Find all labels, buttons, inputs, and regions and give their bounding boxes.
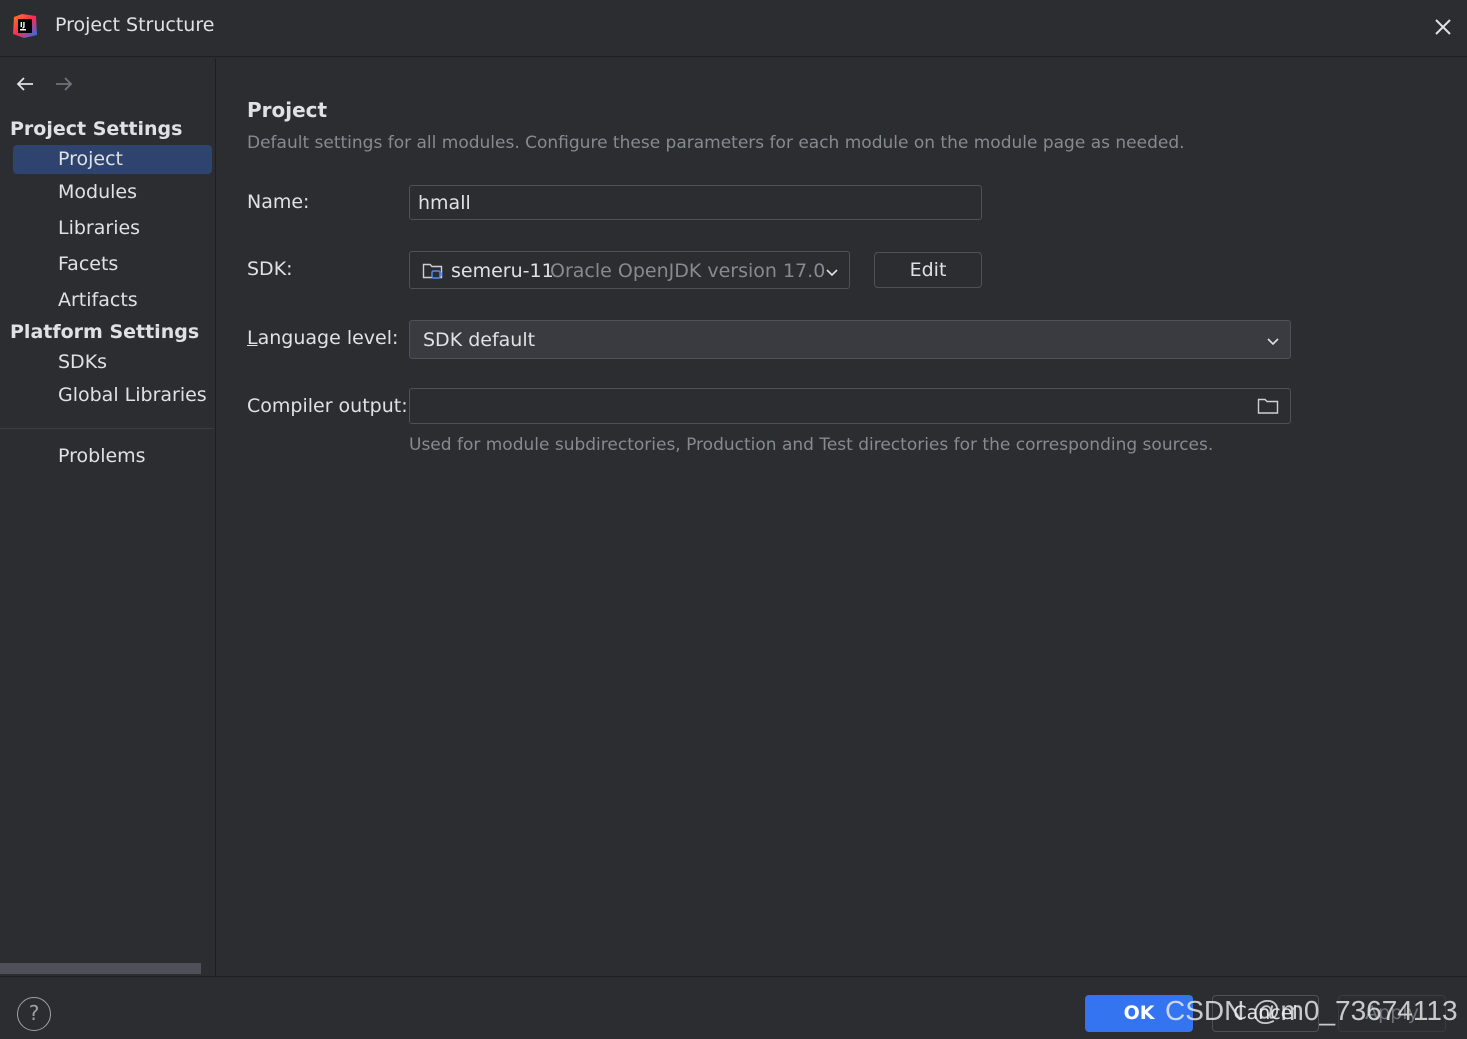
- sidebar-item-sdks[interactable]: SDKs: [13, 348, 212, 377]
- sidebar-item-project[interactable]: Project: [13, 145, 212, 174]
- compiler-output-label: Compiler output:: [247, 395, 408, 417]
- sidebar-item-modules[interactable]: Modules: [13, 178, 212, 207]
- sidebar-item-label: Facets: [58, 253, 119, 275]
- sidebar-scrollbar[interactable]: [0, 963, 201, 974]
- sdk-dropdown[interactable]: semeru-11 Oracle OpenJDK version 17.0: [409, 251, 850, 289]
- sidebar-item-label: SDKs: [58, 351, 108, 373]
- window-title: Project Structure: [55, 14, 215, 36]
- chevron-down-icon: [1267, 338, 1279, 346]
- language-level-label: Language level:: [247, 327, 398, 349]
- sidebar-item-label: Problems: [58, 445, 146, 467]
- sdk-name: semeru-11: [451, 260, 554, 282]
- svg-text:IJ: IJ: [20, 21, 25, 29]
- page-description: Default settings for all modules. Config…: [247, 133, 1185, 153]
- close-icon[interactable]: [1430, 14, 1456, 40]
- section-header-platform-settings: Platform Settings: [10, 321, 200, 343]
- language-level-label-text: anguage level:: [257, 327, 399, 349]
- intellij-idea-icon: IJ: [13, 14, 37, 38]
- sidebar-item-label: Modules: [58, 181, 137, 203]
- help-button[interactable]: ?: [17, 997, 51, 1031]
- sidebar-item-libraries[interactable]: Libraries: [13, 214, 212, 243]
- main-panel: Project Default settings for all modules…: [217, 58, 1467, 976]
- sidebar-item-global-libraries[interactable]: Global Libraries: [13, 381, 212, 410]
- language-level-value: SDK default: [423, 329, 536, 351]
- project-structure-dialog: IJ Project Structure Project Settings Pr…: [0, 0, 1467, 1039]
- sidebar-item-facets[interactable]: Facets: [13, 250, 212, 279]
- ok-button[interactable]: OK: [1085, 995, 1193, 1032]
- language-level-dropdown[interactable]: SDK default: [409, 320, 1291, 359]
- arrow-right-icon[interactable]: [52, 72, 76, 96]
- sidebar-item-problems[interactable]: Problems: [13, 442, 212, 471]
- title-bar: IJ Project Structure: [0, 0, 1467, 57]
- sidebar-item-label: Project: [58, 148, 124, 170]
- sidebar-item-label: Artifacts: [58, 289, 138, 311]
- cancel-button[interactable]: Cancel: [1212, 995, 1319, 1032]
- sdk-folder-icon: [422, 263, 443, 279]
- name-input[interactable]: [409, 185, 982, 220]
- sdk-label: SDK:: [247, 258, 293, 280]
- compiler-output-hint: Used for module subdirectories, Producti…: [409, 435, 1214, 455]
- sdk-version: Oracle OpenJDK version 17.0: [550, 260, 826, 282]
- sidebar-item-artifacts[interactable]: Artifacts: [13, 286, 212, 315]
- dialog-footer: ? OK Cancel Apply CSDN @m0_73674113: [0, 976, 1467, 1039]
- apply-button[interactable]: Apply: [1338, 995, 1446, 1032]
- section-header-project-settings: Project Settings: [10, 118, 183, 140]
- compiler-output-field[interactable]: [409, 388, 1291, 424]
- arrow-left-icon[interactable]: [13, 72, 37, 96]
- chevron-down-icon: [826, 269, 838, 277]
- language-level-mnemonic: L: [247, 327, 258, 349]
- sdk-edit-button[interactable]: Edit: [874, 252, 982, 288]
- sidebar-item-label: Libraries: [58, 217, 141, 239]
- sidebar-item-label: Global Libraries: [58, 384, 207, 406]
- name-label: Name:: [247, 191, 310, 213]
- sidebar-divider: [0, 428, 214, 429]
- folder-icon[interactable]: [1257, 397, 1279, 415]
- page-title: Project: [247, 98, 328, 122]
- sidebar: Project Settings Project Modules Librari…: [0, 58, 216, 976]
